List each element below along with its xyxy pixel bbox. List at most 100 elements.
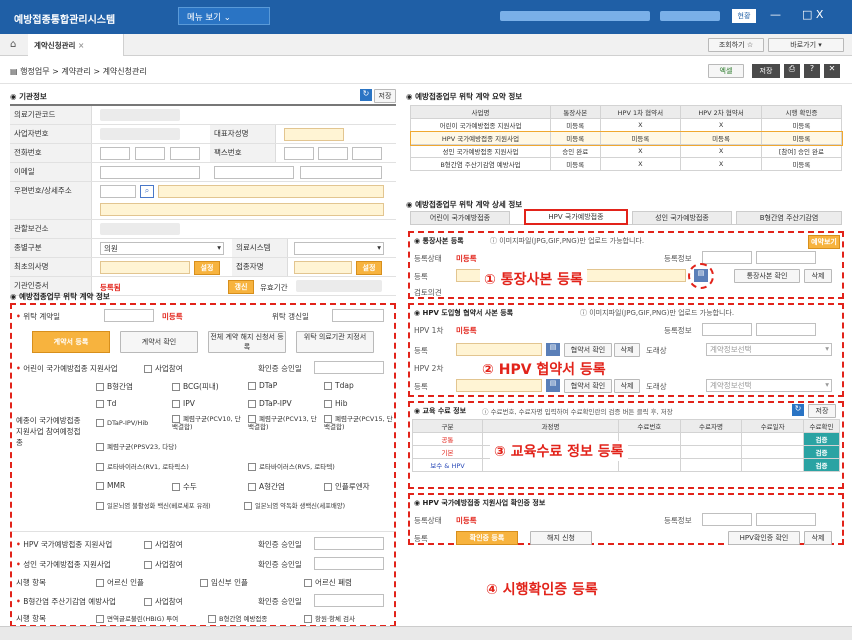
verify-button[interactable]: 검증	[803, 445, 840, 459]
print-icon[interactable]: ⎙	[784, 64, 800, 78]
search-icon[interactable]: ⌕	[140, 185, 154, 198]
fax-mid-input[interactable]	[318, 147, 348, 160]
table-row[interactable]: 성인 국가예방접종 지원사업 승인 완료 X X [참여] 승인 완료	[410, 144, 843, 158]
folder-icon[interactable]: ▤	[546, 343, 560, 356]
opt-elderly-pneumo[interactable]: 어르신 폐렴	[304, 577, 352, 588]
vaccine-bcg[interactable]: BCG(피내)	[172, 381, 219, 392]
child-participate[interactable]: 사업참여	[144, 363, 183, 374]
cert-date-input[interactable]	[756, 513, 816, 526]
vaccine-pcv15[interactable]: 폐렴구균(PCV15, 단백결합)	[324, 415, 394, 431]
folder-icon[interactable]: ▤	[546, 379, 560, 392]
vaccine-varicella[interactable]: 수두	[172, 481, 197, 492]
hpv-date-input[interactable]	[756, 323, 816, 336]
vaccine-ppsv23[interactable]: 폐렴구균(PPSV23, 다당)	[96, 441, 177, 451]
vaccine-hepb[interactable]: B형간염	[96, 381, 133, 392]
bank-delete-button[interactable]: 삭제	[804, 269, 832, 283]
shortcut-menu-button[interactable]: 조회하기 ☆	[708, 38, 764, 52]
hpv2-contract-select[interactable]: 계약정보선택 ▾	[706, 379, 832, 392]
child-confirm-date[interactable]	[314, 361, 384, 374]
contract-date-input[interactable]	[104, 309, 154, 322]
zipcode-input[interactable]	[100, 185, 136, 198]
cell-input[interactable]	[618, 432, 681, 446]
adult-participate[interactable]: 사업참여	[144, 559, 183, 570]
home-icon[interactable]: ⌂	[10, 39, 16, 50]
excel-button[interactable]: 엑셀	[708, 64, 744, 78]
menu-dropdown[interactable]: 메뉴 보기 ⌄	[178, 7, 270, 25]
email-domain-input[interactable]	[214, 166, 294, 179]
fax-area-select[interactable]	[284, 147, 314, 160]
hpv2-delete-button[interactable]: 삭제	[614, 379, 640, 393]
vaccine-rv1[interactable]: 로타바이러스(RV1, 로타릭스)	[96, 461, 189, 471]
cell-input[interactable]	[679, 432, 743, 446]
email-id-input[interactable]	[100, 166, 200, 179]
opt-antigen-test[interactable]: 항원·항체 검사	[304, 613, 355, 623]
bank-info-input[interactable]	[702, 251, 752, 264]
cell-input[interactable]	[679, 458, 743, 472]
goto-button[interactable]: 바로가기 ▾	[768, 38, 844, 52]
hpv-confirm-date[interactable]	[314, 537, 384, 550]
hepb-confirm-date[interactable]	[314, 594, 384, 607]
phone-area-select[interactable]	[100, 147, 130, 160]
doctor-set-button[interactable]: 설정	[194, 261, 220, 275]
cert-renew-button[interactable]: 갱신	[228, 280, 254, 294]
save-button[interactable]: 저장	[752, 64, 780, 78]
phone-mid-input[interactable]	[135, 147, 165, 160]
contract-register-button[interactable]: 계약서 등록	[32, 331, 110, 353]
vaccine-tdap[interactable]: Tdap	[324, 381, 354, 390]
cert-register-button[interactable]: 확인증 등록	[456, 531, 518, 545]
bank-date-input[interactable]	[756, 251, 816, 264]
cert-cancel-button[interactable]: 해지 신청	[530, 531, 592, 545]
vaccine-pcv13[interactable]: 폐렴구균(PCV13, 단백결합)	[248, 415, 322, 431]
hpv2-view-button[interactable]: 협약서 확인	[564, 379, 612, 393]
designation-button[interactable]: 위탁 의료기관 지정서	[296, 331, 374, 353]
cell-input[interactable]	[618, 458, 681, 472]
vaccine-hib[interactable]: Hib	[324, 399, 347, 408]
doctor-input[interactable]	[100, 261, 190, 274]
opt-elderly-flu[interactable]: 어르신 인플	[96, 577, 144, 588]
vaccinator-set-button[interactable]: 설정	[356, 261, 382, 275]
address-input[interactable]	[158, 185, 384, 198]
renew-date-input[interactable]	[332, 309, 384, 322]
tab-hpv[interactable]: HPV 국가예방접종	[524, 209, 628, 225]
tab-hepb[interactable]: B형간염 주산기감염	[736, 211, 842, 225]
address-detail-input[interactable]	[100, 203, 384, 216]
vaccine-rv5[interactable]: 로타바이러스(RV5, 로타텍)	[248, 461, 335, 471]
cert-delete-button[interactable]: 삭제	[804, 531, 832, 545]
vaccine-dtap-ipv[interactable]: DTaP-IPV	[248, 399, 292, 408]
close-icon[interactable]: ✕	[824, 64, 840, 78]
vaccine-dtap-ipv-hib[interactable]: DTaP-IPV/Hib	[96, 419, 148, 427]
vaccine-je-live[interactable]: 일본뇌염 약독화 생백신(세포배양)	[244, 501, 345, 510]
preview-button[interactable]: 예약보기	[808, 235, 840, 249]
hpv-participate[interactable]: 사업참여	[144, 539, 183, 550]
opt-pregnant-flu[interactable]: 임신부 인플	[200, 577, 248, 588]
minimize-button[interactable]: —	[770, 8, 781, 21]
contract-cancel-button[interactable]: 전체 계약 해지 신청서 등록	[208, 331, 286, 353]
opt-hbig[interactable]: 면역글로불린(HBIG) 투여	[96, 613, 178, 623]
folder-icon[interactable]: ▤	[694, 269, 708, 282]
hpv-info-input[interactable]	[702, 323, 752, 336]
close-button[interactable]: □ X	[802, 8, 823, 21]
hpv1-delete-button[interactable]: 삭제	[614, 343, 640, 357]
contract-view-button[interactable]: 계약서 확인	[120, 331, 198, 353]
table-row-selected[interactable]: HPV 국가예방접종 지원사업 미등록 미등록 미등록 미등록	[409, 130, 843, 146]
refresh-icon[interactable]: ↻	[792, 404, 804, 416]
vaccine-hepa[interactable]: A형간염	[248, 481, 285, 492]
checkbox[interactable]	[144, 365, 152, 373]
ceo-input[interactable]	[284, 128, 344, 141]
cell-input[interactable]	[679, 445, 743, 459]
hepb-participate[interactable]: 사업참여	[144, 596, 183, 607]
tab-adult[interactable]: 성인 국가예방접종	[632, 211, 732, 225]
vaccine-pcv10[interactable]: 폐렴구균(PCV10, 단백결합)	[172, 415, 246, 431]
verify-button[interactable]: 검증	[803, 432, 840, 446]
help-icon[interactable]: ?	[804, 64, 820, 78]
help-button[interactable]: 현황	[732, 9, 756, 23]
edu-save-button[interactable]: 저장	[808, 404, 836, 418]
vaccine-flu[interactable]: 인플루엔자	[324, 481, 370, 492]
hpv1-view-button[interactable]: 협약서 확인	[564, 343, 612, 357]
phone-last-input[interactable]	[170, 147, 200, 160]
cert-view-button[interactable]: HPV확인증 확인	[728, 531, 800, 545]
refresh-icon[interactable]: ↻	[360, 89, 372, 101]
hpv2-file-input[interactable]	[456, 379, 542, 392]
cell-input[interactable]	[618, 445, 681, 459]
bank-view-button[interactable]: 통장사본 확인	[734, 269, 800, 283]
